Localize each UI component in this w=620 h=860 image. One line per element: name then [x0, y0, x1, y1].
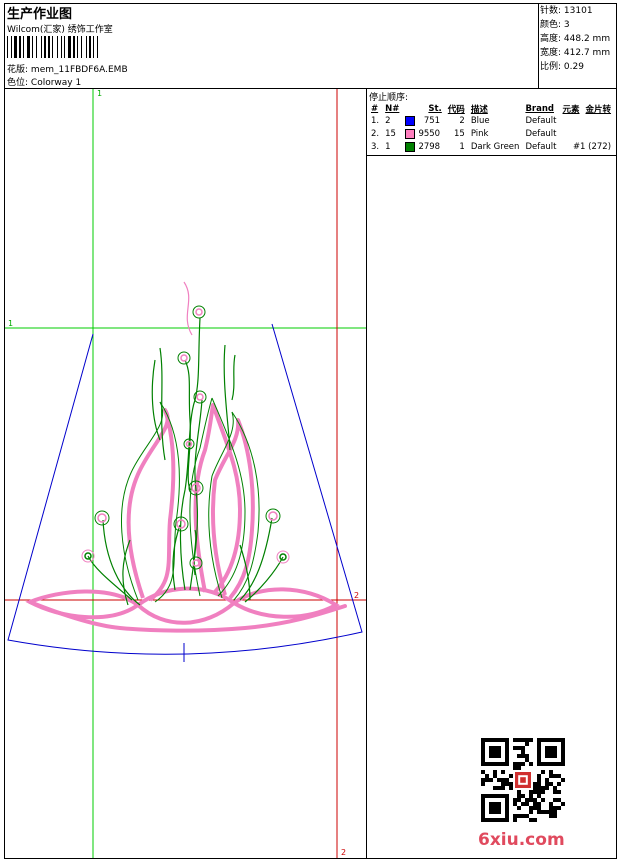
- guide-label-red-bottom: 2: [341, 848, 346, 857]
- qr-code: [481, 738, 565, 822]
- guide-label-green-top: 1: [97, 89, 102, 98]
- bud: [94, 510, 110, 526]
- guide-label-green-left: 1: [8, 319, 13, 328]
- bud: [265, 508, 281, 524]
- bud: [192, 305, 206, 319]
- design-preview: 1 1 2 2: [5, 89, 366, 858]
- guide-label-red-right: 2: [354, 591, 359, 600]
- watermark-logo: 6xiu.com: [478, 830, 565, 850]
- bud: [177, 351, 191, 365]
- pink-wave-border: [25, 586, 347, 633]
- pink-top-tendril: [183, 281, 193, 336]
- production-worksheet: 生产作业图 Wilcom(汇家) 绣饰工作室 花版: mem_11FBDF6A.…: [0, 0, 620, 860]
